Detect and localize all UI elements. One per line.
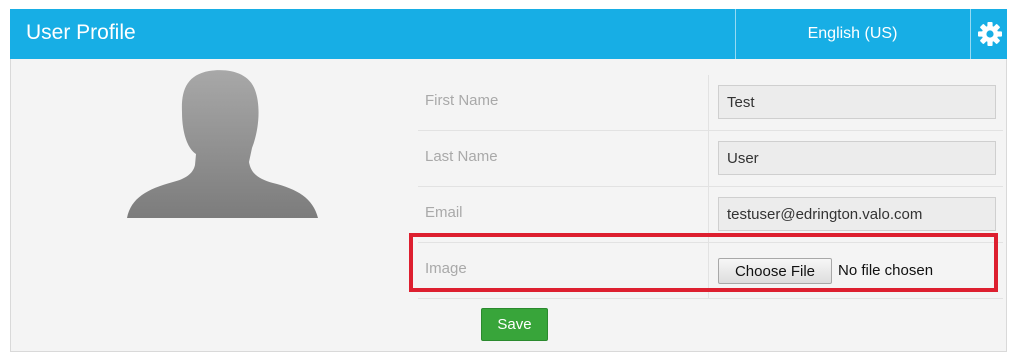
settings-button[interactable] — [972, 9, 1007, 59]
first-name-row: First Name — [418, 75, 1003, 131]
page-title: User Profile — [26, 21, 136, 44]
header-divider — [970, 9, 971, 59]
last-name-label: Last Name — [425, 148, 498, 165]
column-divider — [708, 243, 709, 298]
file-status-text: No file chosen — [838, 262, 934, 279]
email-row: Email — [418, 187, 1003, 243]
first-name-field[interactable] — [718, 85, 996, 119]
gear-icon — [977, 22, 1002, 46]
image-label: Image — [425, 260, 467, 277]
last-name-field[interactable] — [718, 141, 996, 175]
column-divider — [708, 131, 709, 186]
email-label: Email — [425, 204, 463, 221]
choose-file-button[interactable]: Choose File — [718, 258, 832, 284]
first-name-label: First Name — [425, 92, 499, 109]
column-divider — [708, 75, 709, 130]
save-button[interactable]: Save — [481, 308, 548, 341]
profile-header: User Profile English (US) — [10, 9, 1007, 59]
language-selector[interactable]: English (US) — [735, 9, 970, 59]
user-silhouette-icon — [127, 70, 318, 218]
image-row: Image Choose File No file chosen — [418, 243, 1003, 299]
last-name-row: Last Name — [418, 131, 1003, 187]
column-divider — [708, 187, 709, 242]
email-field[interactable] — [718, 197, 996, 231]
